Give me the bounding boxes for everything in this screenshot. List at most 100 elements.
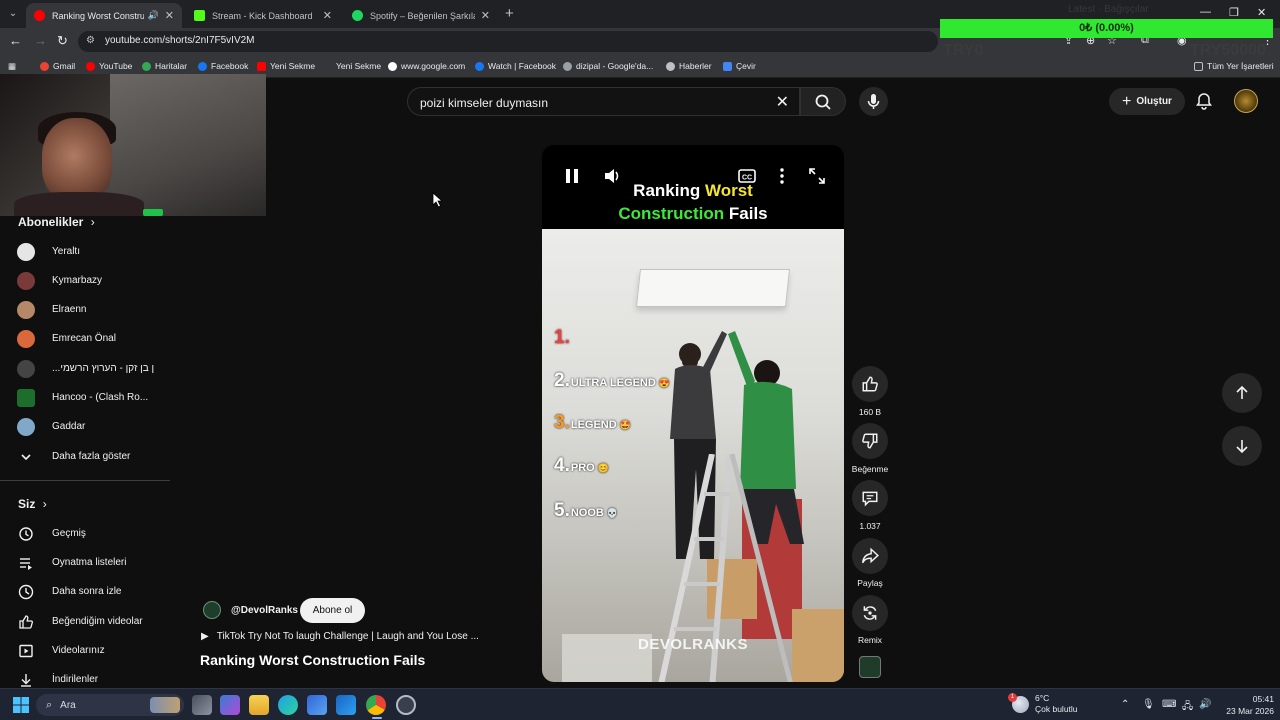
bookmark-news[interactable]: Haberler	[666, 61, 712, 71]
sidebar-playlists[interactable]: Oynatma listeleri	[0, 548, 170, 577]
previous-short-button[interactable]	[1222, 373, 1262, 413]
sidebar-show-more[interactable]: Daha fazla göster	[0, 442, 170, 471]
you-heading[interactable]: Siz ›	[18, 497, 47, 511]
chevron-down-icon	[17, 450, 35, 464]
tab-search-button[interactable]: ⌄	[4, 5, 22, 23]
mail-icon[interactable]	[336, 695, 356, 715]
taskbar-search[interactable]: ⌕ Ara	[36, 694, 184, 716]
sidebar-sub-gaddar[interactable]: Gaddar	[0, 412, 170, 441]
apps-grid-icon[interactable]: ▦	[8, 61, 16, 72]
fullscreen-button[interactable]	[807, 166, 827, 186]
sidebar-sub-elraenn[interactable]: Elraenn	[0, 295, 170, 324]
sidebar-sub-kymarbazy[interactable]: Kymarbazy	[0, 266, 170, 295]
close-tab-icon[interactable]: ✕	[323, 9, 332, 22]
video-watermark: DEVOLRANKS	[637, 636, 748, 653]
bookmark-new-tab-1[interactable]: Yeni Sekme	[257, 61, 315, 71]
bookmark-google[interactable]: www.google.com	[388, 61, 465, 71]
weather-badge: 1	[1008, 692, 1017, 702]
remix-button[interactable]	[852, 595, 888, 631]
address-bar[interactable]: ⚙ youtube.com/shorts/2nI7F5vIV2M	[78, 31, 938, 52]
close-tab-icon[interactable]: ✕	[165, 9, 174, 22]
system-clock[interactable]: 05:41 23 Mar 2026	[1216, 693, 1274, 717]
subscriptions-heading[interactable]: Abonelikler ›	[18, 215, 95, 229]
dislike-button[interactable]	[852, 423, 888, 459]
chrome-icon[interactable]	[366, 695, 386, 715]
bookmark-watch-facebook[interactable]: Watch | Facebook	[475, 61, 556, 71]
sound-thumbnail[interactable]	[859, 656, 881, 678]
notifications-button[interactable]	[1194, 91, 1214, 111]
url-text[interactable]: youtube.com/shorts/2nI7F5vIV2M	[105, 35, 255, 46]
edge-browser-icon[interactable]	[278, 695, 298, 715]
captions-button[interactable]: CC	[737, 166, 757, 186]
keyboard-icon[interactable]: ⌨	[1162, 699, 1176, 710]
pause-button[interactable]	[562, 166, 582, 186]
microsoft-store-icon[interactable]	[307, 695, 327, 715]
comments-button[interactable]	[852, 480, 888, 516]
overlay-goal-min: TRY0	[943, 42, 984, 59]
back-arrow-icon[interactable]: ←	[9, 33, 22, 48]
search-input[interactable]: poizi kimseler duymasın ✕	[407, 87, 800, 116]
volume-button[interactable]	[602, 166, 622, 186]
bookmark-maps[interactable]: Haritalar	[142, 61, 187, 71]
remix-label: Remix	[857, 635, 883, 645]
related-video-link[interactable]: ▶ TikTok Try Not To laugh Challenge | La…	[201, 631, 491, 642]
account-avatar[interactable]	[1234, 89, 1258, 113]
share-button[interactable]	[852, 538, 888, 574]
file-explorer-icon[interactable]	[249, 695, 269, 715]
like-icon	[17, 614, 35, 630]
tab-youtube-short[interactable]: Ranking Worst Construction Fails 🔊 ✕	[26, 3, 182, 28]
channel-avatar[interactable]	[203, 601, 221, 619]
sidebar-sub-hancoo[interactable]: Hancoo - (Clash Ro...	[0, 383, 170, 412]
thumbs-down-icon	[862, 433, 878, 449]
clear-search-icon[interactable]: ✕	[776, 92, 789, 112]
bookmark-new-tab-2[interactable]: Yeni Sekme	[323, 61, 381, 71]
maximize-window-icon[interactable]: ❐	[1229, 6, 1239, 19]
forward-arrow-icon[interactable]: →	[34, 33, 47, 48]
windows-start-icon[interactable]	[13, 697, 29, 713]
reload-icon[interactable]: ↻	[57, 33, 68, 49]
bookmark-translate[interactable]: Çevir	[723, 61, 756, 71]
volume-tray-icon[interactable]: 🔊	[1199, 699, 1211, 710]
more-options-button[interactable]	[772, 166, 792, 186]
speaker-icon[interactable]: 🔊	[148, 10, 159, 21]
shorts-video-player[interactable]: Ranking Worst Construction Fails 1. 2.UL…	[542, 145, 844, 682]
sidebar-watch-later[interactable]: Daha sonra izle	[0, 577, 170, 606]
bookmark-gmail[interactable]: Gmail	[40, 61, 75, 71]
weather-widget[interactable]: 1 6°C Çok bulutlu	[1008, 692, 1078, 715]
ceiling-fan-unit	[636, 269, 790, 307]
sidebar-sub-hebrew[interactable]: ...ן בן זקן - הערוץ הרשמי	[0, 354, 170, 383]
bookmark-youtube[interactable]: YouTube	[86, 61, 132, 71]
microphone-tray-icon[interactable]: 🎙	[1142, 699, 1155, 710]
task-view-icon[interactable]	[192, 695, 212, 715]
tray-overflow-icon[interactable]: ⌃	[1121, 699, 1129, 710]
channel-avatar	[17, 388, 35, 407]
site-info-icon[interactable]: ⚙	[86, 35, 95, 46]
channel-name[interactable]: @DevolRanks	[231, 605, 298, 616]
microsoft-365-icon[interactable]	[220, 695, 240, 715]
bookmark-dizipal[interactable]: dizipal - Google'da...	[563, 61, 653, 71]
bookmark-facebook[interactable]: Facebook	[198, 61, 248, 71]
sidebar-history[interactable]: Geçmiş	[0, 519, 170, 548]
next-short-button[interactable]	[1222, 426, 1262, 466]
sidebar-your-videos[interactable]: Videolarınız	[0, 636, 170, 665]
subscribe-button[interactable]: Abone ol	[300, 598, 365, 623]
network-icon[interactable]: 🖧	[1182, 699, 1193, 716]
like-button[interactable]	[852, 366, 888, 402]
minimize-window-icon[interactable]: —	[1200, 6, 1211, 18]
tab-kick-dashboard[interactable]: Stream - Kick Dashboard ✕	[186, 3, 340, 28]
all-bookmarks[interactable]: Tüm Yer İşaretleri	[1194, 61, 1274, 71]
close-tab-icon[interactable]: ✕	[481, 9, 490, 22]
search-query-text[interactable]: poizi kimseler duymasın	[420, 96, 548, 110]
chevron-right-icon: ›	[90, 215, 95, 229]
new-tab-icon[interactable]: +	[505, 5, 514, 22]
search-button[interactable]	[800, 87, 846, 116]
tab-spotify[interactable]: Spotify – Beğenilen Şarkılar ✕	[344, 3, 498, 28]
voice-search-button[interactable]	[859, 87, 888, 116]
sidebar-liked-videos[interactable]: Beğendiğim videolar	[0, 607, 170, 636]
video-title-overlay-line1: Ranking Worst	[633, 181, 753, 200]
close-window-icon[interactable]: ✕	[1257, 6, 1266, 19]
obs-studio-icon[interactable]	[396, 695, 416, 715]
create-button[interactable]: + Oluştur	[1109, 88, 1185, 115]
sidebar-sub-emrecan[interactable]: Emrecan Önal	[0, 324, 170, 353]
sidebar-sub-yeralti[interactable]: Yeraltı	[0, 237, 170, 266]
